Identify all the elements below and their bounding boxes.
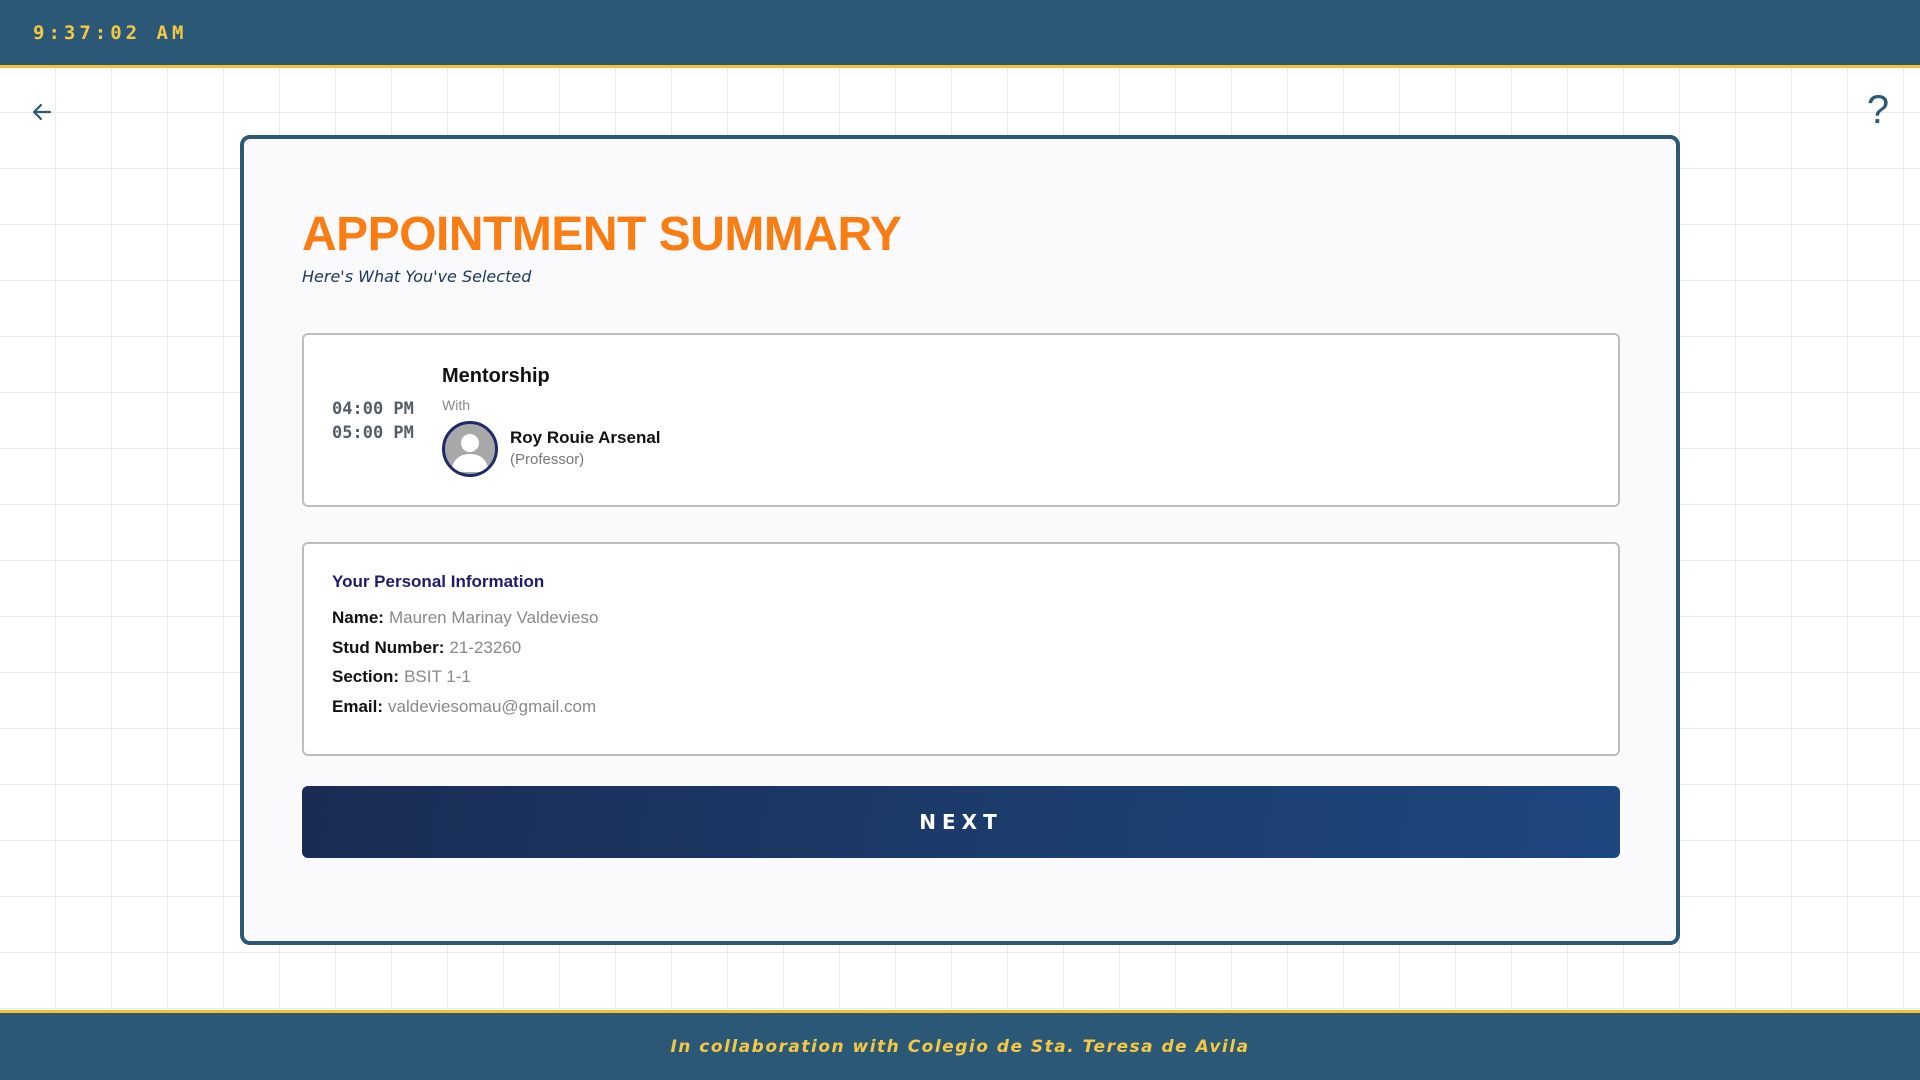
name-value: Mauren Marinay Valdevieso — [388, 608, 599, 627]
email-value: valdeviesomau@gmail.com — [388, 697, 597, 716]
service-name: Mentorship — [442, 365, 550, 387]
page-title: APPOINTMENT SUMMARY — [302, 208, 902, 261]
arrow-left-icon — [32, 103, 52, 121]
name-row: Name: Mauren Marinay Valdevieso — [332, 608, 598, 628]
appointment-times: 04:00 PM 05:00 PM — [332, 397, 414, 445]
section-value: BSIT 1-1 — [404, 667, 471, 686]
email-label: Email: — [332, 697, 384, 716]
section-label: Section: — [332, 667, 400, 686]
user-avatar-icon — [442, 421, 498, 477]
with-label: With — [442, 397, 470, 413]
help-button[interactable]: ? — [1860, 88, 1896, 132]
stud-number-label: Stud Number: — [332, 638, 445, 657]
appointment-summary-card: APPOINTMENT SUMMARY Here's What You've S… — [240, 135, 1680, 945]
email-row: Email: valdeviesomau@gmail.com — [332, 697, 596, 717]
name-label: Name: — [332, 608, 384, 627]
professor-name: Roy Rouie Arsenal — [510, 428, 661, 447]
section-row: Section: BSIT 1-1 — [332, 667, 471, 687]
footer-text: In collaboration with Colegio de Sta. Te… — [670, 1037, 1250, 1057]
professor-role: (Professor) — [510, 451, 585, 468]
personal-info-heading: Your Personal Information — [332, 572, 545, 591]
end-time: 05:00 PM — [332, 423, 414, 443]
back-button[interactable] — [26, 96, 58, 128]
stud-number-value: 21-23260 — [449, 638, 522, 657]
clock: 9:37:02 AM — [33, 22, 188, 44]
appointment-details: 04:00 PM 05:00 PM Mentorship With Roy Ro… — [302, 333, 1620, 507]
footer-bar: In collaboration with Colegio de Sta. Te… — [0, 1010, 1920, 1080]
personal-information: Your Personal Information Name: Mauren Ma… — [302, 542, 1620, 756]
stud-number-row: Stud Number: 21-23260 — [332, 638, 521, 658]
next-button[interactable]: NEXT — [302, 786, 1620, 858]
page-subtitle: Here's What You've Selected — [302, 267, 532, 286]
start-time: 04:00 PM — [332, 399, 414, 419]
top-bar: 9:37:02 AM — [0, 0, 1920, 68]
